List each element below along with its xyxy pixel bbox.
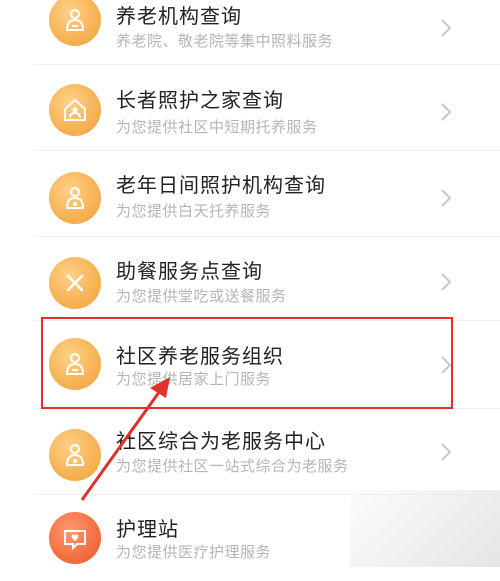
chevron-right-icon (441, 103, 452, 121)
divider (34, 320, 500, 321)
item-title: 助餐服务点查询 (116, 259, 263, 283)
list-item-elder-care-home[interactable]: 养老机构查询 养老院、敬老院等集中照料服务 (0, 0, 500, 56)
item-title: 护理站 (116, 517, 179, 541)
day-care-icon (49, 172, 101, 224)
list-item-day-care[interactable]: 老年日间照护机构查询 为您提供白天托养服务 (0, 151, 500, 237)
watermark (350, 490, 500, 567)
chevron-right-icon (441, 356, 452, 374)
item-title: 长者照护之家查询 (116, 88, 284, 112)
item-title: 社区养老服务组织 (116, 344, 284, 368)
chevron-right-icon (441, 19, 452, 37)
item-subtitle: 为您提供堂吃或送餐服务 (116, 287, 287, 305)
item-title: 社区综合为老服务中心 (116, 429, 326, 453)
item-subtitle: 为您提供医疗护理服务 (116, 543, 272, 561)
item-subtitle: 为您提供社区一站式综合为老服务 (116, 457, 349, 475)
chevron-right-icon (441, 189, 452, 207)
elder-care-home-icon (49, 0, 101, 46)
house-care-icon (49, 84, 101, 136)
list-item-community-service[interactable]: 社区养老服务组织 为您提供居家上门服务 (0, 322, 500, 408)
list-item-meal-service[interactable]: 助餐服务点查询 为您提供堂吃或送餐服务 (0, 237, 500, 323)
item-subtitle: 为您提供白天托养服务 (116, 202, 272, 220)
chevron-right-icon (441, 273, 452, 291)
nursing-station-icon (49, 512, 101, 564)
list-item-community-center[interactable]: 社区综合为老服务中心 为您提供社区一站式综合为老服务 (0, 409, 500, 495)
chevron-right-icon (441, 443, 452, 461)
community-center-icon (49, 429, 101, 481)
item-subtitle: 为您提供居家上门服务 (116, 370, 272, 388)
item-title: 养老机构查询 (116, 4, 242, 28)
item-title: 老年日间照护机构查询 (116, 173, 326, 197)
community-service-icon (49, 338, 101, 390)
item-subtitle: 养老院、敬老院等集中照料服务 (116, 32, 334, 50)
meal-service-icon (49, 257, 101, 309)
list-item-house-care[interactable]: 长者照护之家查询 为您提供社区中短期托养服务 (0, 65, 500, 151)
item-subtitle: 为您提供社区中短期托养服务 (116, 118, 318, 136)
